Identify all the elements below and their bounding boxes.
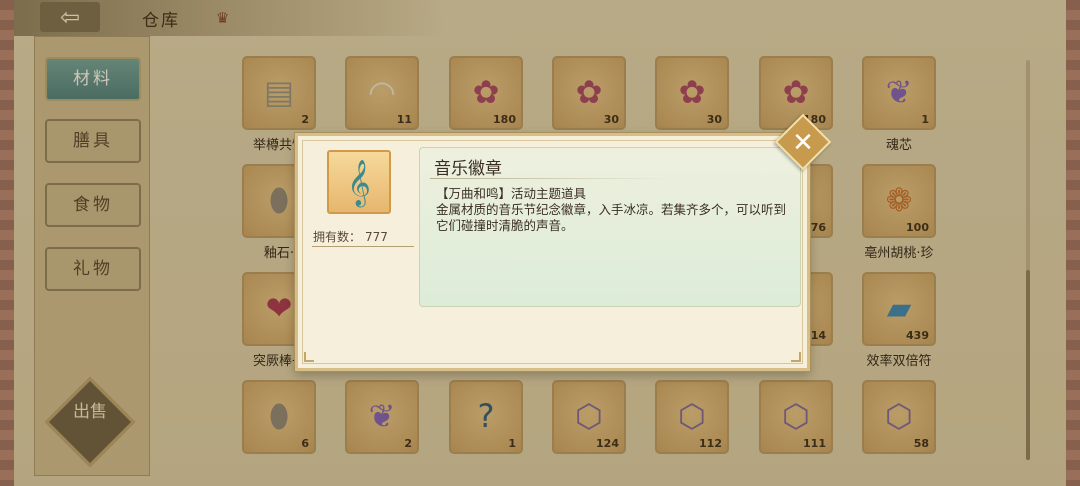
item-icon-frame: 𝄞: [327, 150, 391, 214]
item-name: 音乐徽章: [434, 159, 502, 179]
divider: [312, 246, 414, 247]
item-description: 【万曲和鸣】活动主题道具 金属材质的音乐节纪念徽章，入手冰凉。若集齐多个，可以听…: [436, 186, 796, 234]
description-line-1: 【万曲和鸣】活动主题道具: [436, 186, 587, 201]
title-divider: [430, 178, 675, 179]
item-detail-popup: 𝄞 拥有数： 777 音乐徽章 【万曲和鸣】活动主题道具 金属材质的音乐节纪念徽章…: [295, 133, 810, 371]
owned-label-text: 拥有数：: [313, 230, 362, 244]
owned-count-label: 拥有数： 777: [313, 228, 388, 245]
music-badge-icon: 𝄞: [347, 160, 371, 206]
corner-ornament: [304, 352, 314, 362]
owned-count-value: 777: [365, 230, 388, 244]
close-icon[interactable]: ✕: [783, 123, 823, 163]
description-panel: 音乐徽章 【万曲和鸣】活动主题道具 金属材质的音乐节纪念徽章，入手冰凉。若集齐多…: [419, 147, 801, 307]
description-line-2: 金属材质的音乐节纪念徽章，入手冰凉。若集齐多个，可以听到它们碰撞时清脆的声音。: [436, 202, 787, 233]
corner-ornament: [791, 352, 801, 362]
